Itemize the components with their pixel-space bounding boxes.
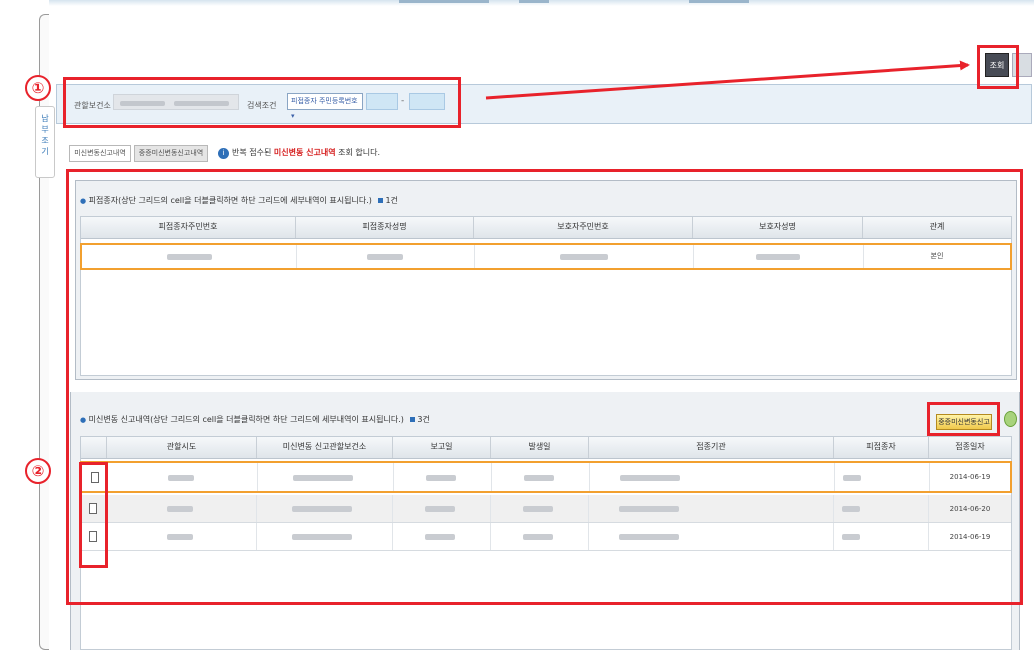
annotation-box-results — [66, 169, 1023, 605]
annotation-label-2: ② — [25, 458, 51, 484]
top-strip-mark — [399, 0, 489, 3]
annotation-box-search-button — [977, 45, 1019, 89]
side-tab-char: 납 — [41, 114, 49, 123]
side-tab[interactable]: 납 부 조 기 — [35, 106, 55, 178]
annotation-box-search-bar — [63, 77, 461, 128]
top-strip-mark — [689, 0, 749, 3]
notice-highlight: 미신변동 신고내역 — [273, 148, 336, 157]
tab-severe-report-list[interactable]: 중증미신변동신고내역 — [134, 145, 208, 162]
side-tab-char: 부 — [41, 125, 49, 134]
notice-text: 반복 접수된 미신변동 신고내역 조회 합니다. — [232, 147, 380, 158]
notice-suffix: 조회 합니다. — [338, 148, 380, 157]
info-icon: i — [218, 148, 229, 159]
top-strip — [49, 0, 1034, 6]
annotation-box-register-button — [927, 402, 1000, 436]
tab-report-list[interactable]: 미신변동신고내역 — [69, 145, 131, 162]
annotation-label-1: ① — [25, 75, 51, 101]
annotation-box-checkboxes — [79, 462, 108, 568]
side-tab-char: 기 — [41, 147, 49, 156]
side-tab-char: 조 — [41, 136, 49, 145]
top-strip-mark — [519, 0, 549, 3]
notice-prefix: 반복 접수된 — [232, 148, 272, 157]
